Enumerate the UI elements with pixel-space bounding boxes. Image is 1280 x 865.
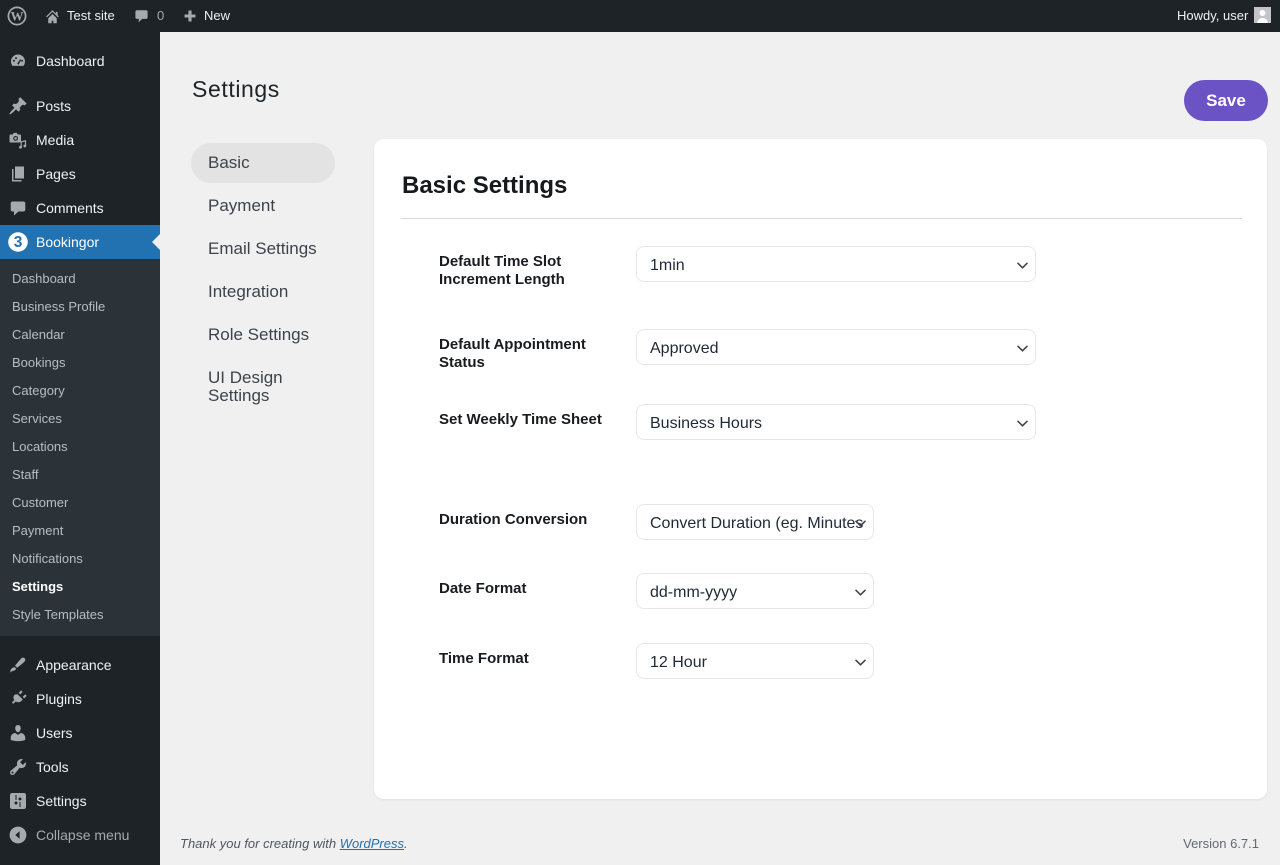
svg-text:3: 3 bbox=[14, 234, 23, 251]
svg-text:W: W bbox=[11, 9, 24, 24]
